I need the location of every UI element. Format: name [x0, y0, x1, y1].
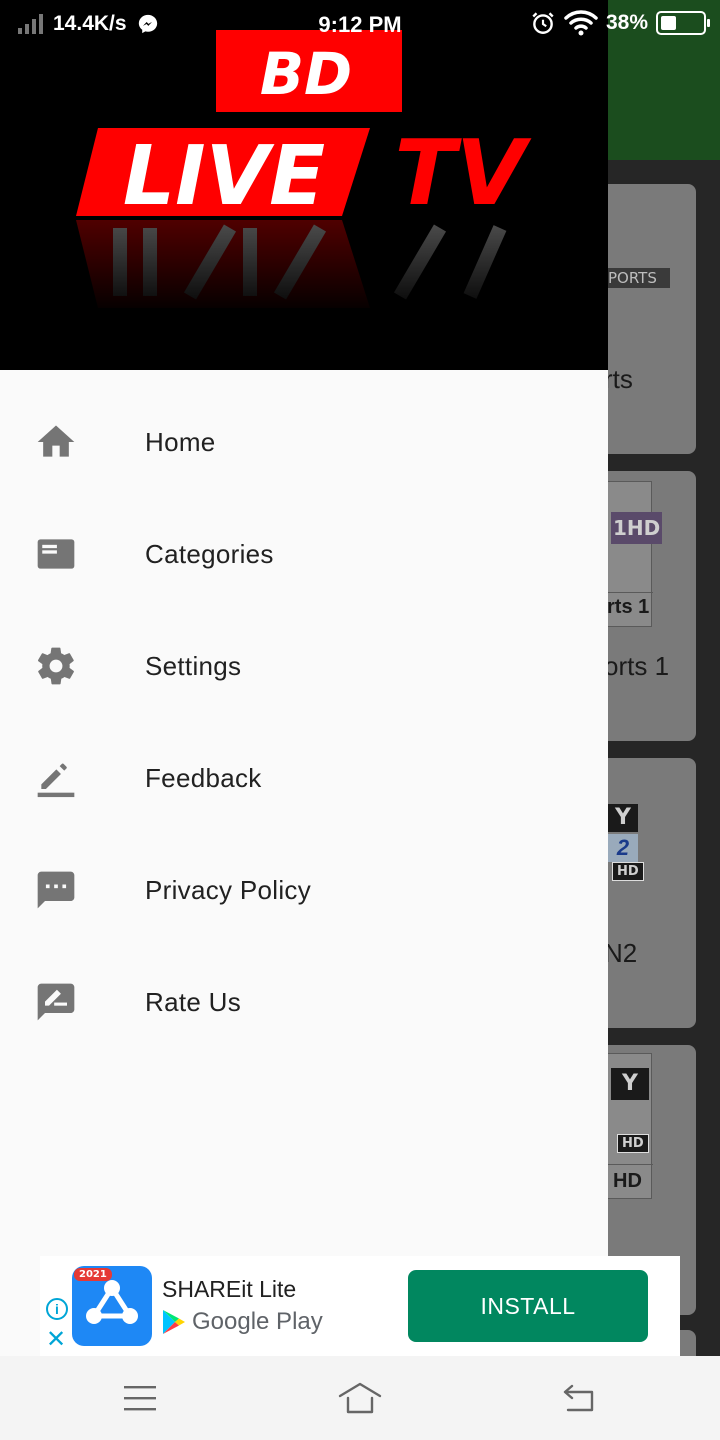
ad-info-icon[interactable]: i	[46, 1298, 68, 1320]
menu-icon[interactable]	[116, 1376, 164, 1420]
logo-accent-text: TV	[394, 121, 531, 226]
ad-close-icon[interactable]: ✕	[46, 1328, 66, 1352]
shareit-app-icon[interactable]: 2021	[72, 1266, 152, 1346]
drawer-header: BD LIVE TV	[0, 0, 608, 370]
rate-icon	[37, 983, 75, 1021]
install-button[interactable]: INSTALL	[408, 1270, 648, 1342]
menu-item-label: Settings	[145, 650, 242, 681]
channel-logo-badge: 1HD	[611, 512, 663, 544]
channel-logo-number: 2	[608, 834, 638, 862]
back-icon[interactable]	[556, 1376, 604, 1420]
channel-logo-text: rts 1	[607, 596, 650, 618]
menu-item-rate-us[interactable]: Rate Us	[0, 946, 608, 1058]
menu-item-categories[interactable]: Categories	[0, 498, 608, 610]
channel-name: orts 1	[604, 651, 670, 681]
navigation-drawer: BD LIVE TV Home Categories Settings Feed…	[0, 0, 608, 1356]
home-icon[interactable]	[336, 1376, 384, 1420]
gear-icon	[37, 647, 74, 685]
hd-badge: HD	[612, 862, 644, 881]
categories-icon	[37, 539, 75, 569]
menu-item-label: Categories	[145, 538, 274, 569]
ad-store-name: Google Play	[192, 1308, 323, 1335]
menu-item-privacy-policy[interactable]: Privacy Policy	[0, 834, 608, 946]
ad-banner[interactable]: i ✕ 2021 SHAREit Lite Google Play INSTAL…	[40, 1256, 680, 1356]
channel-logo-badge: Y	[608, 804, 638, 832]
share-icon	[86, 1280, 138, 1324]
logo-badge-text: BD	[260, 40, 352, 108]
wifi-icon	[564, 10, 598, 36]
alarm-icon	[532, 12, 554, 34]
menu-item-label: Home	[145, 426, 216, 457]
menu-item-label: Privacy Policy	[145, 874, 312, 905]
channel-name: rts	[604, 364, 633, 394]
channel-logo-text: HD	[613, 1170, 642, 1192]
edit-icon	[37, 763, 75, 798]
logo-main-text: LIVE	[123, 129, 325, 224]
drawer-menu: Home Categories Settings Feedback Privac…	[0, 386, 608, 1058]
hd-badge: HD	[617, 1134, 649, 1153]
status-bar: 14.4K/s 9:12 PM 38%	[0, 0, 720, 50]
ad-app-name: SHAREit Lite	[162, 1276, 297, 1302]
menu-item-settings[interactable]: Settings	[0, 610, 608, 722]
channel-logo-badge: Y	[611, 1068, 649, 1100]
system-nav-bar	[0, 1356, 720, 1440]
menu-item-feedback[interactable]: Feedback	[0, 722, 608, 834]
menu-item-label: Rate Us	[145, 986, 242, 1017]
battery-percent: 38%	[605, 11, 648, 34]
battery-icon	[656, 11, 710, 35]
ad-store: Google Play	[162, 1308, 323, 1336]
message-icon	[37, 871, 75, 909]
bd-live-tv-logo: BD LIVE TV	[60, 30, 560, 316]
google-play-icon	[163, 1310, 185, 1334]
menu-item-home[interactable]: Home	[0, 386, 608, 498]
menu-item-label: Feedback	[145, 762, 262, 793]
home-icon	[37, 425, 75, 457]
channel-name: N2	[604, 938, 638, 968]
